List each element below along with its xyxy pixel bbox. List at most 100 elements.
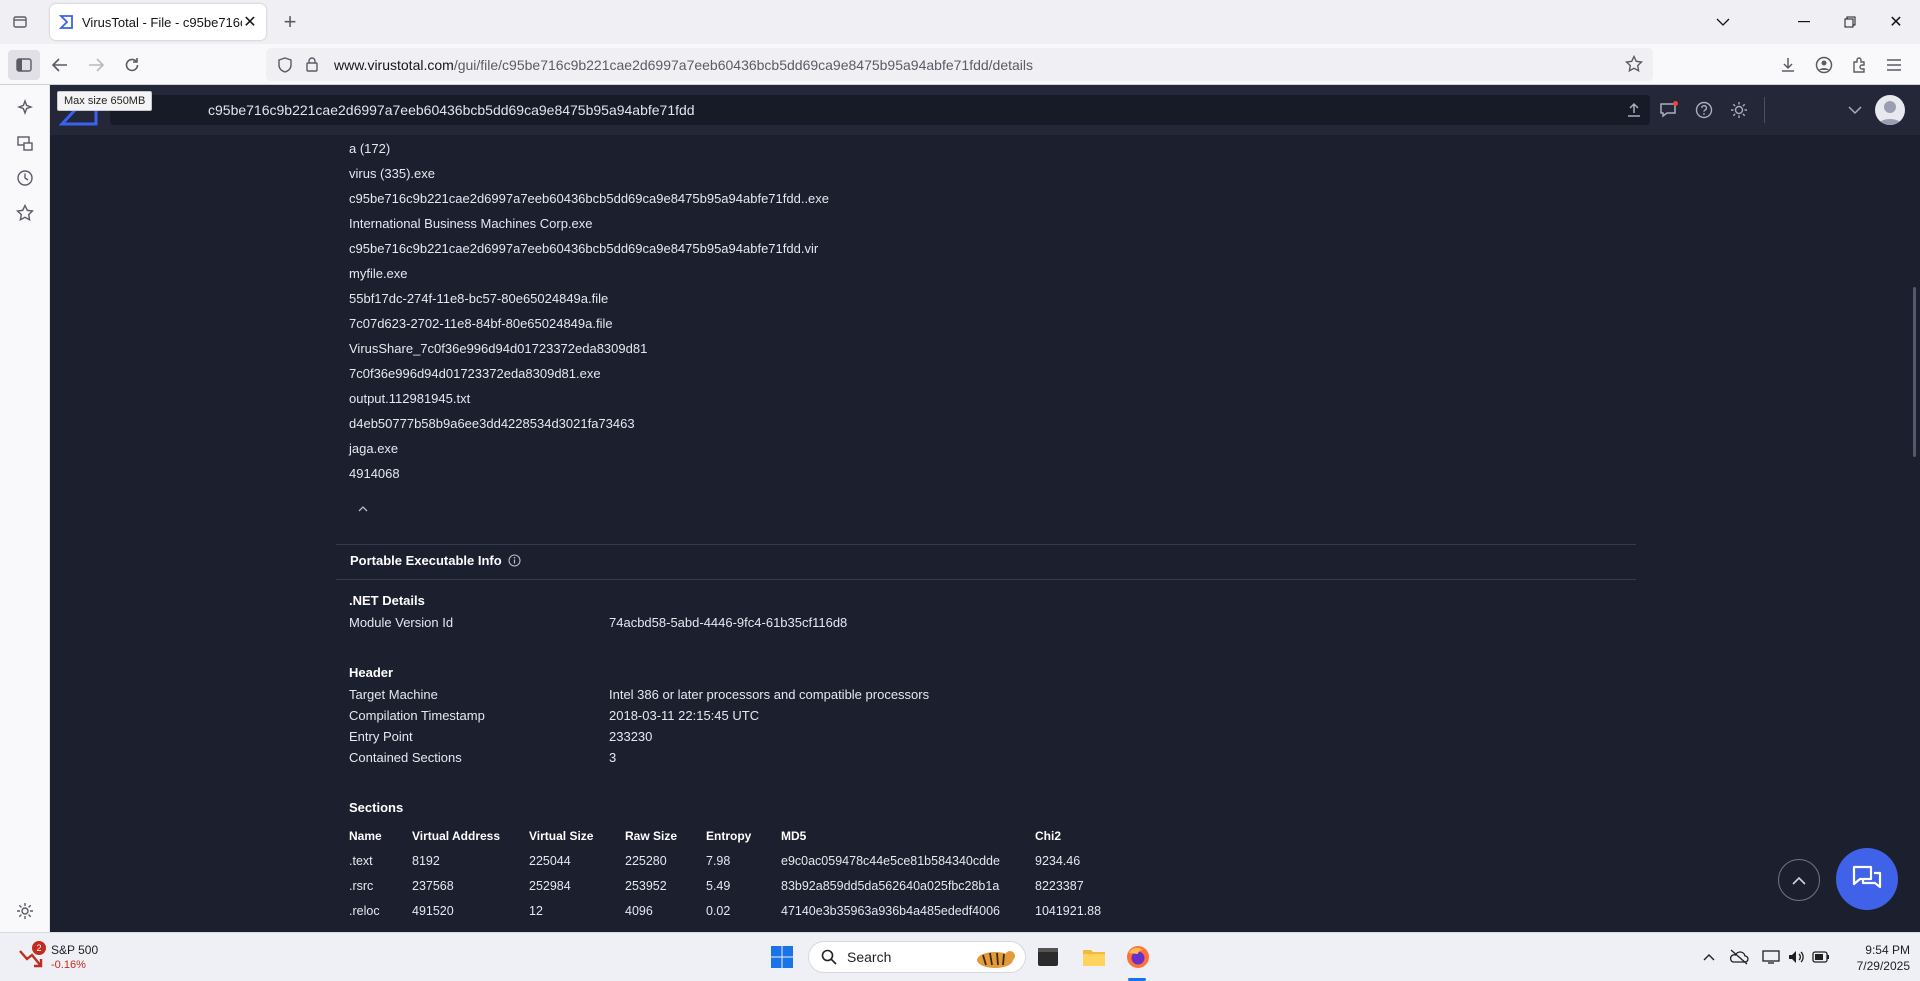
taskbar-search-box[interactable]: Search <box>808 941 1026 973</box>
tiger-highlight-icon <box>977 951 1015 968</box>
file-name-item: 55bf17dc-274f-11e8-bc57-80e65024849a.fil… <box>349 291 609 306</box>
section-cell: .reloc <box>349 904 380 918</box>
section-cell: 253952 <box>625 879 667 893</box>
sidebar-toggle-icon[interactable] <box>8 50 40 80</box>
header-value: Intel 386 or later processors and compat… <box>609 687 930 702</box>
extensions-icon[interactable] <box>1843 50 1875 80</box>
file-name-item: output.112981945.txt <box>349 391 471 406</box>
history-icon[interactable] <box>14 167 36 189</box>
search-input[interactable]: c95be716c9b221cae2d6997a7eeb60436bcb5dd6… <box>110 95 1650 125</box>
show-hidden-icons-chevron-icon[interactable] <box>1699 948 1719 966</box>
sections-title: Sections <box>349 800 404 815</box>
firefox-icon[interactable] <box>1124 943 1152 971</box>
browser-tab-bar: VirusTotal - File - c95be716c9b2 ✕ + ✕ <box>0 0 1920 44</box>
url-host: www.virustotal.com <box>334 56 454 73</box>
file-name-item: c95be716c9b221cae2d6997a7eeb60436bcb5dd6… <box>349 191 830 206</box>
help-icon[interactable] <box>1692 98 1716 122</box>
bookmark-star-icon[interactable] <box>1624 54 1644 76</box>
sections-col-header: Entropy <box>706 829 752 843</box>
list-all-tabs-icon[interactable] <box>1700 0 1746 44</box>
section-divider <box>336 579 1636 580</box>
account-icon[interactable] <box>1808 50 1840 80</box>
header-value: 3 <box>609 750 617 765</box>
volume-icon[interactable] <box>1786 948 1806 966</box>
file-name-item: virus (335).exe <box>349 166 435 181</box>
header-key: Contained Sections <box>349 750 462 765</box>
stock-change: -0.16% <box>51 959 86 971</box>
browser-tab-active[interactable]: VirusTotal - File - c95be716c9b2 ✕ <box>50 4 266 40</box>
search-icon <box>821 949 837 965</box>
reload-icon[interactable] <box>116 50 148 80</box>
lock-icon[interactable] <box>306 57 324 72</box>
back-icon[interactable] <box>44 50 76 80</box>
file-name-item: 7c07d623-2702-11e8-84bf-80e65024849a.fil… <box>349 316 613 331</box>
bookmarks-icon[interactable] <box>14 202 36 224</box>
section-cell: 491520 <box>412 904 454 918</box>
browser-nav-bar: www.virustotal.com/gui/file/c95be716c9b2… <box>0 44 1920 85</box>
section-cell: 4096 <box>625 904 653 918</box>
sections-col-header: Virtual Address <box>412 829 501 843</box>
section-cell: 83b92a859dd5da562640a025fbc28b1a <box>781 879 1000 893</box>
net-details-title: .NET Details <box>349 593 425 608</box>
account-menu-chevron-icon[interactable] <box>1843 98 1867 122</box>
stock-badge: 2 <box>32 941 46 955</box>
chat-bubbles-icon <box>1852 865 1882 889</box>
file-details-content: a (172) virus (335).exe c95be716c9b221ca… <box>50 135 1920 932</box>
file-name-item: jaga.exe <box>349 441 399 456</box>
module-version-label: Module Version Id <box>349 615 454 630</box>
windows-taskbar: 2 S&P 500 -0.16% Search 9:54 PM 7/29/202… <box>0 932 1920 981</box>
user-avatar[interactable] <box>1875 95 1905 125</box>
sections-col-header: Name <box>349 829 382 843</box>
section-cell: 9234.46 <box>1035 854 1081 868</box>
notifications-icon[interactable] <box>1657 98 1681 122</box>
clock-date: 7/29/2025 <box>1856 959 1910 973</box>
collapse-chevron-up-icon[interactable] <box>356 502 370 512</box>
file-name-item: d4eb50777b58b9a6ee3dd4228534d3021fa73463 <box>349 416 635 431</box>
taskbar-clock[interactable]: 9:54 PM 7/29/2025 <box>1820 942 1910 974</box>
close-window-icon[interactable]: ✕ <box>1873 0 1919 44</box>
sidebar-settings-gear-icon[interactable] <box>14 900 36 922</box>
minimize-icon[interactable] <box>1781 0 1827 44</box>
tab-list-icon[interactable] <box>0 0 40 44</box>
theme-toggle-icon[interactable] <box>1727 98 1751 122</box>
section-divider <box>336 544 1636 545</box>
downloads-icon[interactable] <box>1772 50 1804 80</box>
sections-col-header: MD5 <box>781 829 807 843</box>
info-icon[interactable] <box>508 554 521 567</box>
file-explorer-icon[interactable] <box>1080 943 1108 971</box>
terminal-app-icon[interactable] <box>1034 943 1062 971</box>
synced-tabs-icon[interactable] <box>14 132 36 154</box>
file-name-item: VirusShare_7c0f36e996d94d01723372eda8309… <box>349 341 648 356</box>
chat-support-button[interactable] <box>1836 848 1898 910</box>
menu-icon[interactable] <box>1878 50 1910 80</box>
tracking-shield-icon[interactable] <box>278 56 296 73</box>
onedrive-offline-icon[interactable] <box>1729 948 1749 966</box>
section-cell: e9c0ac059478c44e5ce81b584340cdde <box>781 854 1000 868</box>
ai-chatbot-icon[interactable] <box>14 97 36 119</box>
header-key: Compilation Timestamp <box>349 708 485 723</box>
network-icon[interactable] <box>1761 948 1781 966</box>
taskbar-search-placeholder: Search <box>847 949 892 965</box>
pe-info-title: Portable Executable Info <box>350 553 502 568</box>
upload-icon[interactable] <box>1622 98 1646 122</box>
chevron-up-icon <box>1792 876 1806 885</box>
section-cell: 5.49 <box>706 879 731 893</box>
stock-widget[interactable]: 2 S&P 500 -0.16% <box>18 941 158 975</box>
url-bar[interactable]: www.virustotal.com/gui/file/c95be716c9b2… <box>266 48 1653 81</box>
section-cell: 8192 <box>412 854 440 868</box>
page-scrollbar[interactable] <box>1913 287 1916 457</box>
forward-icon[interactable] <box>80 50 112 80</box>
header-divider <box>1764 97 1765 123</box>
section-cell: 252984 <box>529 879 571 893</box>
windows-start-icon[interactable] <box>768 943 796 971</box>
header-key: Target Machine <box>349 687 438 702</box>
restore-icon[interactable] <box>1827 0 1873 44</box>
clock-time: 9:54 PM <box>1865 943 1910 957</box>
close-tab-icon[interactable]: ✕ <box>242 12 258 32</box>
file-name-item: 4914068 <box>349 466 400 481</box>
sections-col-header: Chi2 <box>1035 829 1062 843</box>
url-path: /gui/file/c95be716c9b221cae2d6997a7eeb60… <box>453 56 1034 73</box>
scroll-to-top-button[interactable] <box>1778 859 1820 901</box>
section-cell: 8223387 <box>1035 879 1084 893</box>
new-tab-icon[interactable]: + <box>272 9 308 35</box>
